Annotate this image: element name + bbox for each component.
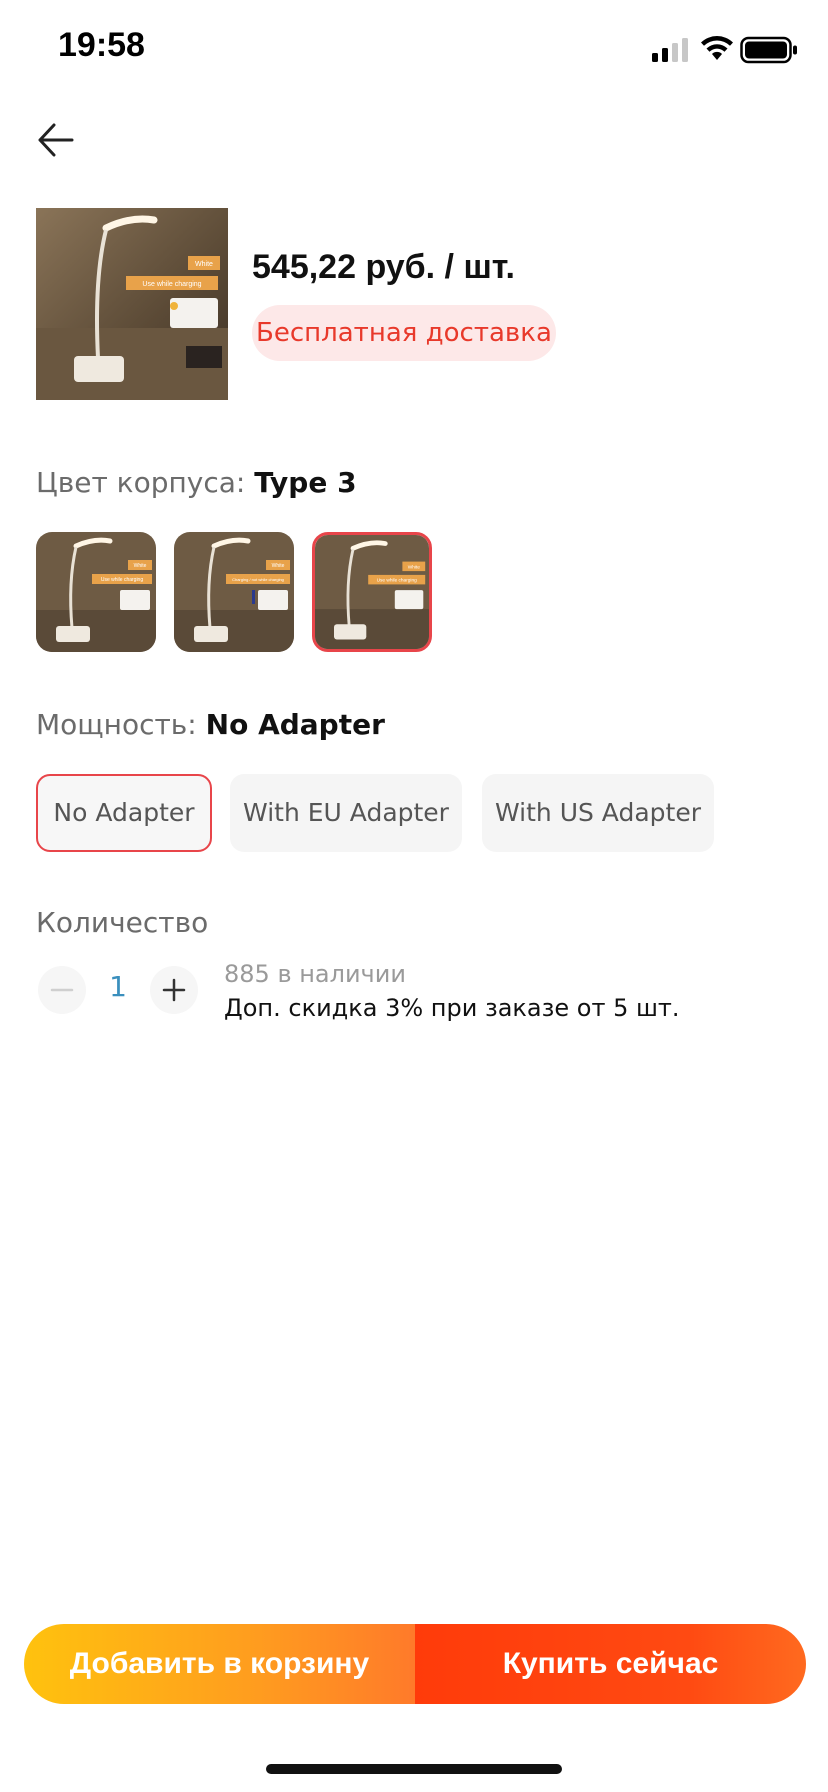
- wifi-icon: [701, 36, 733, 60]
- stock-count: 885 в наличии: [224, 960, 406, 988]
- minus-icon: [50, 988, 74, 992]
- swatch-lamp-image: White Charging / not while charging: [174, 532, 294, 652]
- plus-icon: [162, 978, 186, 1002]
- quantity-section-label: Количество: [36, 906, 209, 939]
- status-time: 19:58: [58, 26, 145, 64]
- power-selected-value: No Adapter: [205, 708, 385, 741]
- back-button[interactable]: [32, 114, 84, 166]
- product-options-screen: 19:58 White Use while charging 545,22 ру…: [0, 0, 828, 1792]
- swatch-overlay-top: White: [134, 563, 147, 569]
- color-swatch-type-3[interactable]: White Use while charging: [312, 532, 432, 652]
- swatch-overlay-mid: Use while charging: [377, 578, 417, 584]
- quantity-decrease-button[interactable]: [38, 966, 86, 1014]
- quantity-increase-button[interactable]: [150, 966, 198, 1014]
- power-label-text: Мощность:: [36, 708, 197, 741]
- color-section-label: Цвет корпуса: Type 3: [36, 466, 357, 499]
- swatch-overlay-top: White: [408, 564, 421, 570]
- desk-lamp-image: White Use while charging: [36, 208, 228, 400]
- bottom-action-bar: Добавить в корзину Купить сейчас: [24, 1624, 806, 1704]
- color-label-text: Цвет корпуса:: [36, 466, 246, 499]
- swatch-lamp-image: White Use while charging: [315, 535, 429, 649]
- quantity-value[interactable]: 1: [100, 970, 136, 1003]
- power-section-label: Мощность: No Adapter: [36, 708, 385, 741]
- color-swatch-type-1[interactable]: White Use while charging: [36, 532, 156, 652]
- overlay-white-text: White: [195, 261, 213, 268]
- signal-bars-icon: [652, 38, 688, 62]
- bulk-discount-note: Доп. скидка 3% при заказе от 5 шт.: [224, 994, 680, 1022]
- product-thumbnail[interactable]: White Use while charging: [36, 208, 228, 400]
- add-to-cart-button[interactable]: Добавить в корзину: [24, 1624, 415, 1704]
- buy-now-button[interactable]: Купить сейчас: [415, 1624, 806, 1704]
- option-us-adapter[interactable]: With US Adapter: [482, 774, 714, 852]
- swatch-overlay-top: White: [272, 563, 285, 569]
- arrow-left-icon: [38, 123, 74, 157]
- color-selected-value: Type 3: [254, 466, 357, 499]
- free-shipping-badge: Бесплатная доставка: [252, 305, 556, 361]
- swatch-overlay-mid: Charging / not while charging: [232, 577, 284, 582]
- overlay-charging-text: Use while charging: [142, 281, 201, 288]
- status-bar: 19:58: [0, 0, 828, 100]
- swatch-lamp-image: White Use while charging: [36, 532, 156, 652]
- product-price: 545,22 руб. / шт.: [252, 248, 515, 286]
- home-indicator[interactable]: [266, 1764, 562, 1774]
- color-swatch-type-2[interactable]: White Charging / not while charging: [174, 532, 294, 652]
- battery-icon: [740, 36, 797, 64]
- option-no-adapter[interactable]: No Adapter: [36, 774, 212, 852]
- option-eu-adapter[interactable]: With EU Adapter: [230, 774, 462, 852]
- swatch-overlay-mid: Use while charging: [101, 577, 143, 583]
